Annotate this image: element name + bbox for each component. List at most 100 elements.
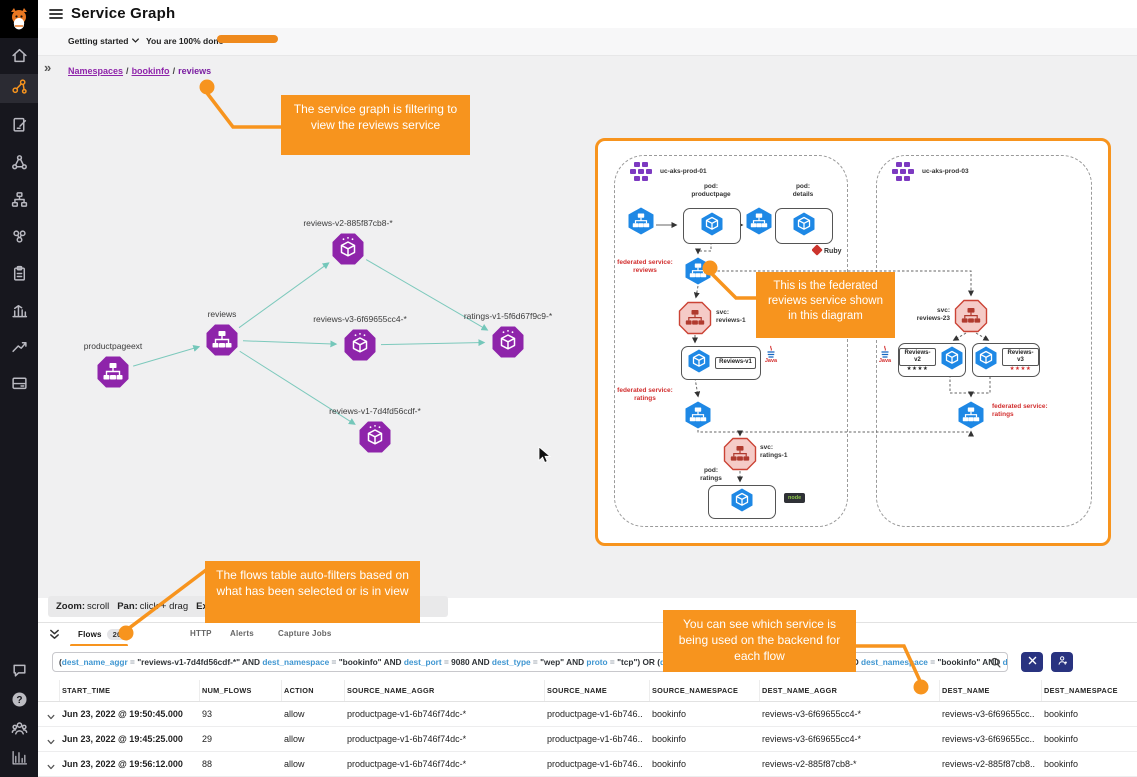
cell-source-name-aggr: productpage-v1-6b746f74dc-*	[345, 709, 545, 719]
sidebar-item-chat[interactable]	[0, 658, 38, 688]
pod-cube-icon	[791, 211, 817, 242]
cell-dest-name-aggr: reviews-v3-6f69655cc4-*	[760, 709, 940, 719]
tab-capture-jobs[interactable]: Capture Jobs	[278, 629, 332, 638]
app-logo-cat	[0, 0, 38, 38]
chart-icon	[11, 302, 28, 324]
graph-node-reviews-v3-6f69655cc4[interactable]	[343, 328, 377, 362]
service-hexagon-icon	[744, 206, 774, 241]
cell-source-namespace: bookinfo	[650, 709, 760, 719]
callout-federated-service: This is the federated reviews service sh…	[756, 272, 895, 338]
cell-source-namespace: bookinfo	[650, 759, 760, 769]
graph-node-label: ratings-v1-5f6d67f9c9-*	[408, 311, 608, 321]
sidebar-item-community[interactable]	[0, 716, 38, 746]
column-header-action: ACTION	[282, 680, 345, 701]
svg-text:Java: Java	[879, 358, 892, 363]
flows-table-body: Jun 23, 2022 @ 19:50:45.00093allowproduc…	[38, 702, 1137, 777]
reviews-v1-box: Reviews-v1	[681, 346, 761, 380]
storage-box-icon	[11, 374, 28, 396]
policy-editor-icon	[11, 116, 28, 138]
flow-table-row[interactable]: Jun 23, 2022 @ 19:50:45.00093allowproduc…	[38, 702, 1137, 727]
tab-alerts[interactable]: Alerts	[230, 629, 254, 638]
sidebar-item-process-tree[interactable]	[0, 150, 38, 180]
cell-source-name: productpage-v1-6b746..	[545, 759, 650, 769]
search-icon[interactable]	[989, 656, 1002, 669]
federated-reviews-service-icon	[683, 256, 713, 291]
sidebar-item-service-graph[interactable]	[0, 74, 38, 104]
graph-node-reviews-v2-885f87cb8[interactable]	[331, 232, 365, 266]
cell-source-name: productpage-v1-6b746..	[545, 734, 650, 744]
cell-dest-name: reviews-v3-6f69655cc..	[940, 709, 1042, 719]
identity-filter-button[interactable]	[1051, 652, 1073, 672]
callout-graph-filtering: The service graph is filtering to view t…	[281, 95, 470, 155]
sidebar-item-clusters[interactable]	[0, 224, 38, 254]
row-expand-chevron-icon[interactable]	[46, 759, 56, 769]
sidebar-item-help[interactable]: ?	[0, 687, 38, 717]
flows-table: START_TIMENUM_FLOWSACTIONSOURCE_NAME_AGG…	[38, 680, 1137, 777]
clipboard-icon	[11, 265, 28, 287]
flow-table-row[interactable]: Jun 23, 2022 @ 19:56:12.00088allowproduc…	[38, 752, 1137, 777]
row-expand-chevron-icon[interactable]	[46, 709, 56, 719]
sidebar-item-metrics[interactable]	[0, 298, 38, 328]
federated-reviews-label: federated service: reviews	[608, 259, 682, 275]
reviews-v1-chip: Reviews-v1	[715, 357, 756, 368]
pod-cube-icon	[686, 348, 712, 379]
sidebar-item-analytics[interactable]	[0, 745, 38, 775]
cell-start-time: Jun 23, 2022 @ 19:56:12.000	[60, 759, 200, 769]
cell-source-namespace: bookinfo	[650, 734, 760, 744]
callout-flows-autofilter: The flows table auto-filters based on wh…	[205, 561, 420, 623]
nodejs-logo: node	[784, 493, 805, 503]
column-header-source-namespace: SOURCE_NAMESPACE	[650, 680, 760, 701]
pod-cube-icon	[699, 211, 725, 242]
cell-num-flows: 29	[200, 734, 282, 744]
column-header-start-time: START_TIME	[60, 680, 200, 701]
cell-action: allow	[282, 709, 345, 719]
tab-http[interactable]: HTTP	[190, 629, 212, 638]
svc-ratings-1-label: svc: ratings-1	[760, 444, 810, 460]
reviews-v3-stars: ★★★★	[1010, 367, 1032, 373]
flow-table-row[interactable]: Jun 23, 2022 @ 19:45:25.00029allowproduc…	[38, 727, 1137, 752]
clear-filter-button[interactable]	[1021, 652, 1043, 672]
cell-source-name-aggr: productpage-v1-6b746f74dc-*	[345, 734, 545, 744]
reviews-v2-stars: ★★★★	[907, 367, 929, 373]
sidebar-item-storage[interactable]	[0, 370, 38, 400]
tab-flows[interactable]: Flows20	[78, 629, 127, 640]
cell-dest-namespace: bookinfo	[1042, 759, 1137, 769]
tabs-bar: Flows20 HTTP Alerts Capture Jobs	[38, 622, 1137, 648]
flow-filter-input[interactable]: (dest_name_aggr = "reviews-v1-7d4fd56cdf…	[52, 652, 1008, 672]
sidebar-item-service-map[interactable]	[0, 187, 38, 217]
graph-node-reviews[interactable]	[205, 323, 239, 357]
architecture-diagram: uc-aks-prod-01 uc-aks-prod-03 pod: produ…	[595, 138, 1111, 546]
graph-node-ratings-v1-5f6d67f9c9[interactable]	[491, 325, 525, 359]
process-tree-icon	[11, 154, 28, 176]
flows-table-header: START_TIMENUM_FLOWSACTIONSOURCE_NAME_AGG…	[38, 680, 1137, 702]
service-hexagon-icon	[626, 206, 656, 241]
svg-text:Ruby: Ruby	[824, 248, 842, 255]
graph-node-productpageext[interactable]	[96, 355, 130, 389]
cluster-icon	[628, 161, 654, 190]
help-icon: ?	[11, 691, 28, 713]
hamburger-menu-icon[interactable]	[48, 6, 64, 22]
graph-node-reviews-v1-7d4fd56cdf[interactable]	[358, 420, 392, 454]
service-graph-canvas[interactable]: » Namespaces/bookinfo/reviews productpag…	[38, 55, 1137, 598]
pod-cube-icon	[939, 345, 965, 376]
service-graph-icon	[11, 78, 28, 100]
sidebar-item-policy-editor[interactable]	[0, 112, 38, 142]
collapse-panel-icon[interactable]	[48, 628, 61, 641]
pod-ratings-box	[708, 485, 776, 519]
cell-source-name: productpage-v1-6b746..	[545, 709, 650, 719]
getting-started-dropdown[interactable]: Getting started	[68, 36, 140, 46]
cluster2-label: uc-aks-prod-03	[922, 168, 969, 176]
pod-cube-icon	[729, 487, 755, 518]
ruby-logo: Ruby	[812, 243, 846, 261]
graph-node-label: reviews-v1-7d4fd56cdf-*	[275, 406, 475, 416]
clusters-icon	[11, 228, 28, 250]
sidebar-item-trends[interactable]	[0, 334, 38, 364]
sidebar-item-home[interactable]	[0, 43, 38, 73]
row-expand-chevron-icon[interactable]	[46, 734, 56, 744]
java-logo: Java	[878, 345, 892, 368]
pod-cube-icon	[973, 345, 999, 376]
federated-ratings-service-icon	[683, 400, 713, 435]
chat-bubble-icon	[11, 662, 28, 684]
sidebar-item-runbook[interactable]	[0, 261, 38, 291]
svc-reviews-23-label: svc: reviews-23	[904, 307, 950, 323]
